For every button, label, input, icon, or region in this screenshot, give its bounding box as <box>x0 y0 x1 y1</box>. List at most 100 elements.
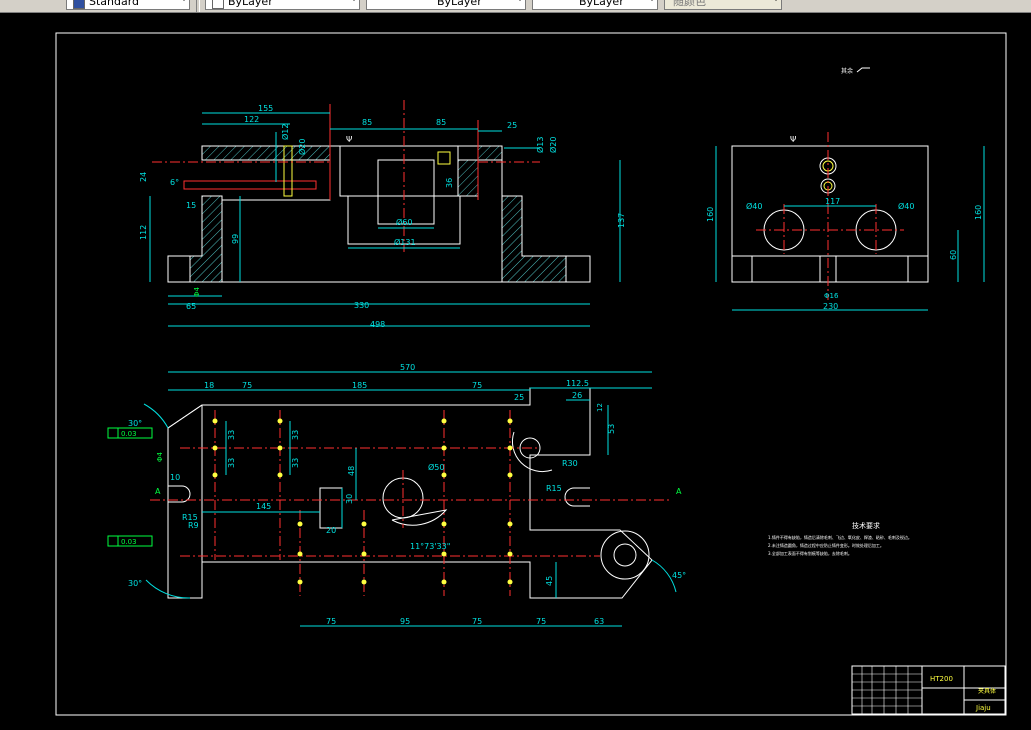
slot-right <box>564 487 590 507</box>
dim-text: 230 <box>823 302 838 311</box>
drawing-canvas[interactable]: 其余 155 122 85 85 25 Ø12 Ø20 Ø13 Ø20 24 6… <box>0 13 1031 730</box>
dim-text: 75 <box>536 617 546 626</box>
dim-text: 15 <box>186 201 196 210</box>
dim-text: 75 <box>472 381 482 390</box>
dim-text: 185 <box>352 381 367 390</box>
dim-text: 145 <box>256 502 271 511</box>
dim-text: 33 <box>227 458 236 468</box>
hatch-top-block <box>457 159 479 197</box>
dim-text: 45 <box>545 576 554 586</box>
dim-text: Ø131 <box>394 237 416 247</box>
hatch-right-leg <box>501 195 567 283</box>
lug-hole <box>613 543 637 567</box>
lineweight-select[interactable]: ByLayer <box>532 0 658 10</box>
dim-text: 137 <box>617 213 626 228</box>
dim-text: R15 <box>546 484 562 493</box>
front-section-view[interactable]: 155 122 85 85 25 Ø12 Ø20 Ø13 Ø20 24 6° 1… <box>139 100 626 329</box>
dim-text: R9 <box>188 521 199 530</box>
dim-text: 18 <box>204 381 214 390</box>
dim-text: 65 <box>186 302 196 311</box>
left-foot <box>167 255 191 283</box>
chevron-down-icon <box>517 0 523 1</box>
dim-text: 75 <box>242 381 252 390</box>
properties-toolbar: Standard ByLayer ByLayer ByLayer 随颜色 <box>0 0 1031 13</box>
lug-outer <box>600 530 650 580</box>
dim-text: 60 <box>949 250 958 260</box>
section-mark: A <box>676 487 682 496</box>
dim-text: Φ4 <box>193 286 201 297</box>
dim-text: 112 <box>139 225 148 240</box>
datum-mark: Ψ <box>346 135 352 144</box>
plan-outline <box>167 387 653 599</box>
toolbar-separator <box>196 0 200 12</box>
dim-text: 6° <box>170 178 179 187</box>
dim-text: 122 <box>244 115 259 124</box>
dim-text: 30° <box>128 419 142 428</box>
chevron-down-icon <box>181 0 187 1</box>
dim-text: Ø20 <box>548 137 558 153</box>
notes-line: 2.未注铸造圆角，铸造过程中应防止铸件变形。时效处理后加工。 <box>768 542 884 548</box>
color-select[interactable]: ByLayer <box>205 0 360 10</box>
dim-text: 53 <box>607 424 616 434</box>
dim-text: 75 <box>472 617 482 626</box>
lineweight-value: ByLayer <box>579 0 624 8</box>
plot-style-select[interactable]: 随颜色 <box>664 0 782 10</box>
roughness-symbol-icon <box>856 67 870 73</box>
color-value: ByLayer <box>228 0 273 8</box>
dim-text: Ø20 <box>297 139 307 155</box>
notes-title: 技术要求 <box>852 521 880 530</box>
dim-text: Ø13 <box>535 137 545 153</box>
dim-text: 45° <box>672 571 686 580</box>
text-style-select[interactable]: Standard <box>66 0 190 10</box>
dim-text: 12 <box>596 403 604 412</box>
title-part-name: 夹具体 <box>978 687 996 695</box>
dim-text: 36 <box>445 178 454 188</box>
dim-text: 85 <box>362 118 372 127</box>
dim-text: 85 <box>436 118 446 127</box>
chamfer <box>167 404 203 429</box>
dim-text: Ø50 <box>428 462 444 472</box>
dim-text: 95 <box>400 617 410 626</box>
plan-view[interactable]: 570 18 75 185 75 112.5 25 26 12 53 33 33… <box>107 363 686 627</box>
dim-text: R30 <box>562 459 578 468</box>
dim-text: Ø40 <box>746 201 762 211</box>
dim-text: 24 <box>139 172 148 182</box>
chevron-down-icon <box>649 0 655 1</box>
hatch-right-wall <box>477 145 503 161</box>
screw-right <box>437 151 451 165</box>
notes-line: 3.全部加工表面不得有划痕等缺陷，去除毛刺。 <box>768 550 852 556</box>
dim-text: 160 <box>974 205 983 220</box>
chevron-down-icon <box>773 0 779 1</box>
dim-text: Ø60 <box>396 217 412 227</box>
bore-upper <box>377 159 435 225</box>
linetype-select[interactable]: ByLayer <box>366 0 526 10</box>
tolerance-text: 0.03 <box>121 430 137 438</box>
notes-line: 1.铸件不得有缺陷，铸造后清除毛刺、飞边、氧化皮、焊渣、粘砂、毛刺及锐边。 <box>768 534 912 540</box>
chevron-down-icon <box>351 0 357 1</box>
dim-text: 330 <box>354 301 369 310</box>
linetype-value: ByLayer <box>437 0 482 8</box>
dim-text: 33 <box>291 430 300 440</box>
dim-text: Φ4 <box>156 451 164 462</box>
section-mark: A <box>155 487 161 496</box>
dim-text: 155 <box>258 104 273 113</box>
dim-text: 48 <box>347 466 356 476</box>
dim-text: 570 <box>400 363 415 372</box>
dim-text: 75 <box>326 617 336 626</box>
dim-text: 117 <box>825 197 840 206</box>
hatch-left-wall <box>201 145 331 161</box>
side-view[interactable]: 160 Ø40 117 Ø40 160 60 Φ16 230 Ψ <box>706 132 985 311</box>
text-style-icon <box>73 0 85 9</box>
dim-text: 25 <box>507 121 517 130</box>
dim-text: 33 <box>227 430 236 440</box>
tolerance-text: 0.03 <box>121 538 137 546</box>
color-swatch-icon <box>212 0 224 9</box>
surface-note: 其余 <box>841 67 853 75</box>
dim-text: Ø40 <box>898 201 914 211</box>
dim-text: 63 <box>594 617 604 626</box>
dim-text: 33 <box>291 458 300 468</box>
dim-text: 30° <box>128 579 142 588</box>
datum-mark: Ψ <box>790 135 796 144</box>
dim-text: Φ16 <box>824 292 839 300</box>
plot-style-value: 随颜色 <box>673 0 706 8</box>
